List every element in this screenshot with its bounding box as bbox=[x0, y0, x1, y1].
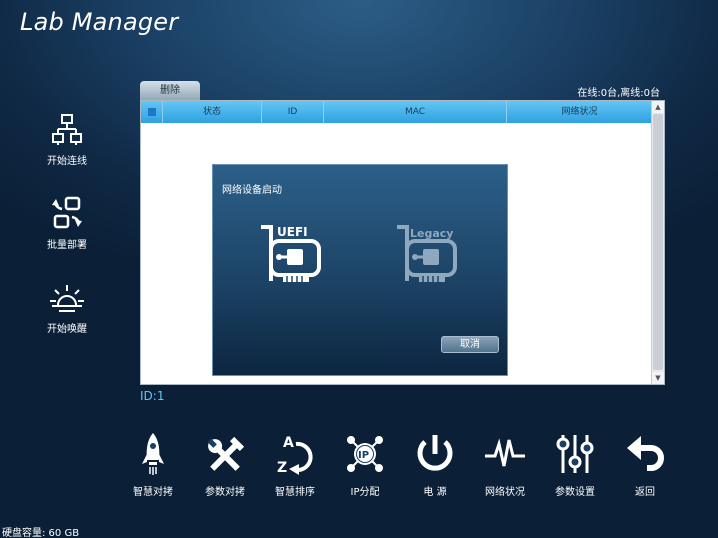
ip-icon: IP bbox=[347, 436, 383, 472]
dialog-title: 网络设备启动 bbox=[222, 185, 282, 196]
back-button[interactable]: 返回 bbox=[610, 432, 680, 498]
uefi-option[interactable]: UEFI bbox=[257, 221, 329, 291]
toolbar-item-label: 参数对拷 bbox=[205, 487, 245, 498]
legacy-card-icon: Legacy bbox=[397, 225, 457, 282]
toolbar-item-label: 返回 bbox=[635, 487, 655, 498]
toolbar-item-label: 网络状况 bbox=[485, 487, 525, 498]
cancel-button[interactable]: 取消 bbox=[441, 336, 499, 353]
table-scrollbar[interactable]: ▲ ▼ bbox=[651, 101, 664, 384]
online-status: 在线:0台,离线:0台 bbox=[577, 88, 660, 99]
legacy-option[interactable]: Legacy bbox=[393, 221, 465, 291]
sidebar-item-label: 开始连线 bbox=[47, 156, 87, 167]
network-icon bbox=[52, 114, 82, 145]
pulse-icon bbox=[485, 438, 525, 467]
sidebar-item-label: 开始唤醒 bbox=[47, 324, 87, 335]
smart-sort-button[interactable]: A Z 智慧排序 bbox=[260, 432, 330, 498]
bottom-toolbar: 智慧对拷 参数对拷 A Z 智慧排序 IP IP分配 电 源 网络状况 参数设置… bbox=[118, 432, 690, 502]
sliders-icon bbox=[556, 435, 594, 473]
network-status-button[interactable]: 网络状况 bbox=[470, 432, 540, 498]
network-boot-dialog: 网络设备启动 UEFI Legacy 取消 bbox=[212, 164, 508, 376]
sidebar-item-label: 批量部署 bbox=[47, 240, 87, 251]
scroll-up-button[interactable]: ▲ bbox=[652, 101, 664, 113]
toolbar-item-label: 智慧对拷 bbox=[133, 487, 173, 498]
column-header-network[interactable]: 网络状况 bbox=[507, 101, 652, 123]
delete-button[interactable]: 删除 bbox=[140, 81, 200, 100]
disk-capacity: 硬盘容量: 60 GB bbox=[2, 528, 80, 538]
toolbar-item-label: 智慧排序 bbox=[275, 487, 315, 498]
svg-text:A: A bbox=[283, 435, 294, 451]
sidebar-item-deploy[interactable]: 批量部署 bbox=[32, 196, 102, 251]
scroll-thumb[interactable] bbox=[653, 114, 663, 370]
select-all-checkbox[interactable] bbox=[141, 101, 163, 123]
column-header-id[interactable]: ID bbox=[262, 101, 324, 123]
param-copy-button[interactable]: 参数对拷 bbox=[190, 432, 260, 498]
legacy-label: Legacy bbox=[410, 227, 453, 240]
back-arrow-icon bbox=[627, 436, 664, 471]
toolbar-item-label: 电 源 bbox=[423, 487, 447, 498]
sidebar-item-wake[interactable]: 开始唤醒 bbox=[32, 284, 102, 335]
rocket-icon bbox=[142, 433, 164, 475]
settings-button[interactable]: 参数设置 bbox=[540, 432, 610, 498]
sunrise-icon bbox=[50, 285, 84, 312]
toolbar-item-label: 参数设置 bbox=[555, 487, 595, 498]
svg-text:Z: Z bbox=[277, 460, 287, 476]
toolbar-item-label: IP分配 bbox=[350, 487, 380, 498]
uefi-label: UEFI bbox=[277, 225, 308, 239]
scroll-down-button[interactable]: ▼ bbox=[652, 372, 664, 384]
table-header: 状态 ID MAC 网络状况 bbox=[141, 101, 652, 123]
selected-id-label: ID:1 bbox=[140, 389, 165, 403]
uefi-card-icon: UEFI bbox=[261, 225, 321, 282]
smart-copy-button[interactable]: 智慧对拷 bbox=[118, 432, 188, 498]
power-button[interactable]: 电 源 bbox=[400, 432, 470, 498]
tools-icon bbox=[207, 436, 245, 471]
deploy-icon bbox=[52, 196, 82, 229]
column-header-status[interactable]: 状态 bbox=[163, 101, 262, 123]
sort-az-icon: A Z bbox=[277, 435, 313, 476]
sidebar-item-connect[interactable]: 开始连线 bbox=[32, 114, 102, 167]
ip-assign-button[interactable]: IP IP分配 bbox=[330, 432, 400, 498]
power-icon bbox=[417, 435, 453, 471]
app-title: Lab Manager bbox=[20, 8, 179, 36]
svg-text:IP: IP bbox=[358, 450, 369, 461]
column-header-mac[interactable]: MAC bbox=[324, 101, 507, 123]
